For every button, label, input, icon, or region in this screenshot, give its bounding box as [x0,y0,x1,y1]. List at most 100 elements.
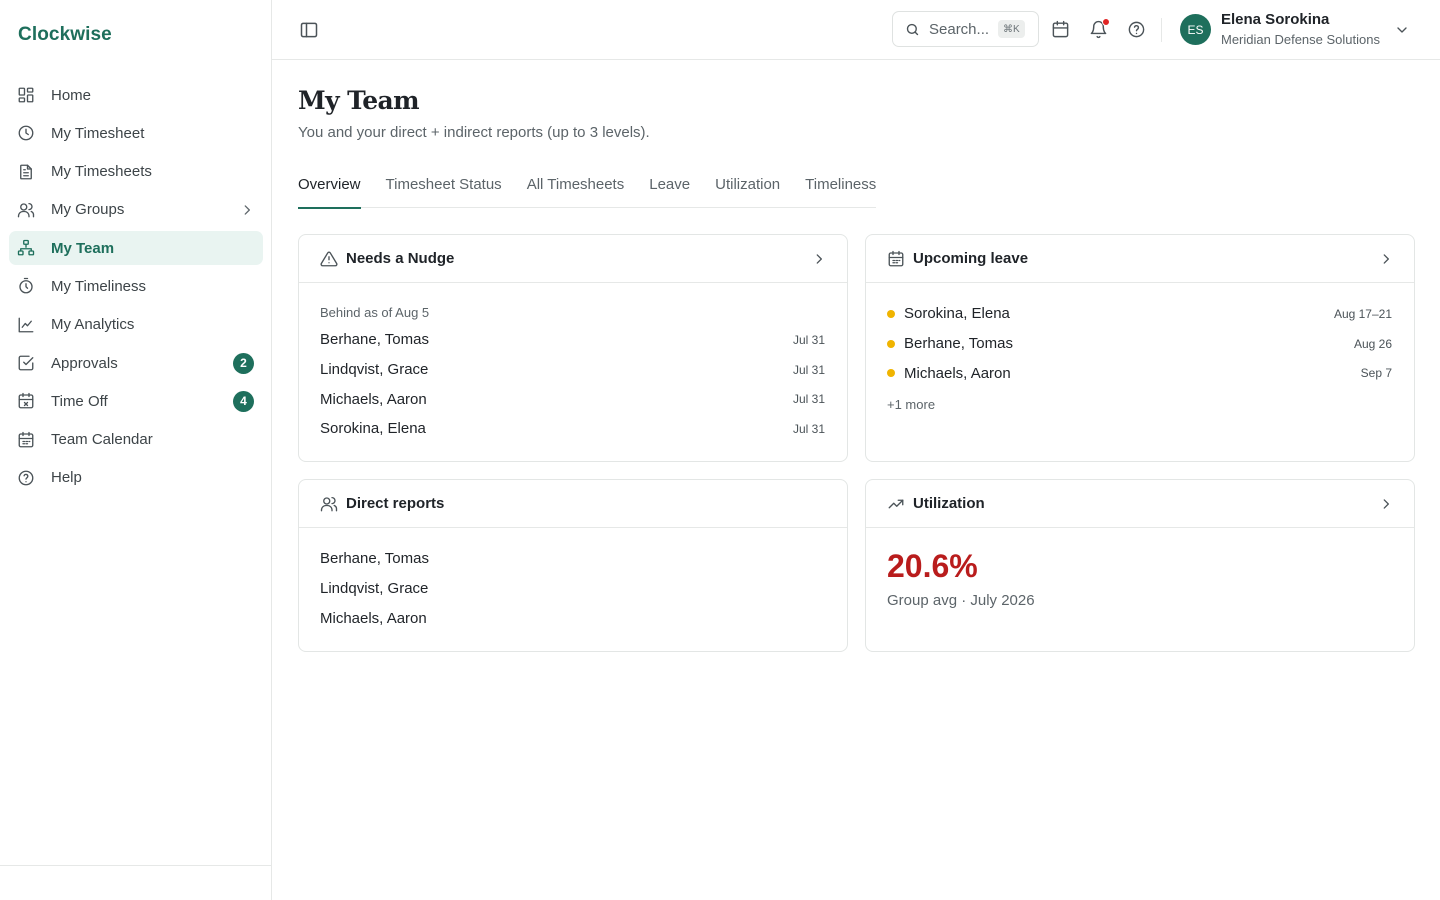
card-title: Utilization [913,495,985,512]
tab-timesheet-status[interactable]: Timesheet Status [386,166,502,208]
person-name: Michaels, Aaron [320,390,427,408]
notification-dot [1102,18,1110,26]
leave-person: Berhane, Tomas [887,335,1013,352]
search-shortcut-hint: ⌘K [998,20,1025,38]
chevron-right-icon[interactable] [240,203,254,217]
leave-date: Sep 7 [1360,366,1392,381]
sidebar: Clockwise Home My Timesheet My Timesheet… [0,0,272,900]
list-item[interactable]: Berhane, Tomas Aug 26 [887,329,1392,359]
needs-nudge-card: Needs a Nudge Behind as of Aug 5 Berhane… [298,234,848,462]
list-item[interactable]: Lindqvist, Grace [320,574,825,604]
person-name: Berhane, Tomas [904,335,1013,353]
chevron-right-icon[interactable] [812,252,826,266]
org-chart-icon [17,239,35,257]
card-title: Upcoming leave [913,250,1029,267]
users-icon [17,201,35,219]
sidebar-item-label: My Groups [51,201,125,219]
sidebar-item-help[interactable]: Help [9,461,263,495]
person-name: Lindqvist, Grace [320,361,429,379]
sidebar-footer-divider [0,865,271,866]
sidebar-item-label: My Timesheet [51,124,145,142]
brand-logo[interactable]: Clockwise [18,24,112,46]
tab-all-timesheets[interactable]: All Timesheets [527,166,625,208]
tab-overview[interactable]: Overview [298,166,361,209]
list-item[interactable]: Lindqvist, Grace Jul 31 [320,355,825,385]
chevron-right-icon[interactable] [1379,497,1393,511]
topbar: ⌘K ES Elena Sorokina Meridian Defense So… [272,0,1440,60]
list-item[interactable]: Michaels, Aaron Sep 7 [887,358,1392,388]
utilization-card: Utilization 20.6% Group avg · July 2026 [865,479,1415,652]
sidebar-item-my-analytics[interactable]: My Analytics [9,308,263,342]
leave-date: Aug 26 [1353,336,1392,351]
leave-person: Sorokina, Elena [887,305,1010,322]
search-icon [905,22,920,37]
sidebar-item-label: Help [51,469,82,487]
person-name: Michaels, Aaron [904,364,1011,382]
person-name: Berhane, Tomas [320,331,429,349]
chevron-down-icon[interactable] [1394,22,1410,38]
stopwatch-icon [17,277,35,295]
help-circle-icon [17,469,35,487]
person-name: Sorokina, Elena [904,305,1010,323]
person-name: Lindqvist, Grace [320,580,429,598]
status-dot [887,369,895,378]
more-link[interactable]: +1 more [887,397,935,412]
time-off-count-badge: 4 [233,390,254,412]
line-chart-icon [17,316,35,334]
sidebar-item-my-timesheet[interactable]: My Timesheet [9,116,263,150]
document-icon [17,163,35,181]
approvals-count-badge: 2 [233,352,254,374]
list-item[interactable]: Michaels, Aaron Jul 31 [320,384,825,414]
avatar[interactable]: ES [1180,14,1211,45]
user-organization: Meridian Defense Solutions [1221,32,1380,47]
list-item[interactable]: Sorokina, Elena Aug 17–21 [887,299,1392,329]
sidebar-item-my-timeliness[interactable]: My Timeliness [9,269,263,303]
sidebar-item-label: My Analytics [51,316,135,334]
page-subtitle: You and your direct + indirect reports (… [298,124,650,141]
search-input[interactable] [929,20,991,38]
card-title: Direct reports [346,495,445,512]
dashboard-icon [17,86,35,104]
sidebar-item-time-off[interactable]: Time Off 4 [9,384,263,418]
chevron-right-icon[interactable] [1379,252,1393,266]
due-date: Jul 31 [792,421,825,436]
card-title: Needs a Nudge [346,250,455,267]
reports-list: Berhane, Tomas Lindqvist, Grace Michaels… [320,544,825,633]
person-name: Sorokina, Elena [320,420,426,438]
sidebar-item-my-team[interactable]: My Team [9,231,263,266]
list-item[interactable]: Michaels, Aaron [320,603,825,633]
tab-timeliness[interactable]: Timeliness [805,166,876,208]
warning-triangle-icon [320,250,338,268]
sidebar-item-my-groups[interactable]: My Groups [9,193,263,227]
list-item[interactable]: Berhane, Tomas [320,544,825,574]
page-title: My Team [298,86,420,115]
due-date: Jul 31 [792,332,825,347]
sidebar-item-label: Home [51,86,92,104]
tab-leave[interactable]: Leave [649,166,690,208]
sidebar-item-my-timesheets[interactable]: My Timesheets [9,155,263,189]
tab-bar: Overview Timesheet Status All Timesheets… [298,166,877,209]
direct-reports-card: Direct reports Berhane, Tomas Lindqvist,… [298,479,848,652]
list-item[interactable]: Berhane, Tomas Jul 31 [320,325,825,355]
clock-icon [17,124,35,142]
calendar-icon [17,431,35,449]
due-date: Jul 31 [792,392,825,407]
sidebar-toggle-icon[interactable] [299,20,319,40]
sidebar-item-label: My Team [51,239,115,257]
user-name[interactable]: Elena Sorokina [1221,11,1329,28]
check-square-icon [17,354,35,372]
tab-utilization[interactable]: Utilization [715,166,780,208]
sidebar-item-label: My Timesheets [51,163,152,181]
sidebar-item-approvals[interactable]: Approvals 2 [9,346,263,380]
list-item[interactable]: Sorokina, Elena Jul 31 [320,414,825,444]
sidebar-item-home[interactable]: Home [9,78,263,112]
sidebar-item-team-calendar[interactable]: Team Calendar [9,423,263,457]
card-header[interactable]: Upcoming leave [866,235,1414,283]
search-box[interactable]: ⌘K [892,11,1039,47]
sidebar-item-label: My Timeliness [51,277,147,295]
calendar-icon[interactable] [1051,20,1070,39]
card-header[interactable]: Needs a Nudge [299,235,847,283]
utilization-value: 20.6% [887,548,978,584]
help-circle-icon[interactable] [1127,20,1146,39]
card-header[interactable]: Utilization [866,480,1414,528]
